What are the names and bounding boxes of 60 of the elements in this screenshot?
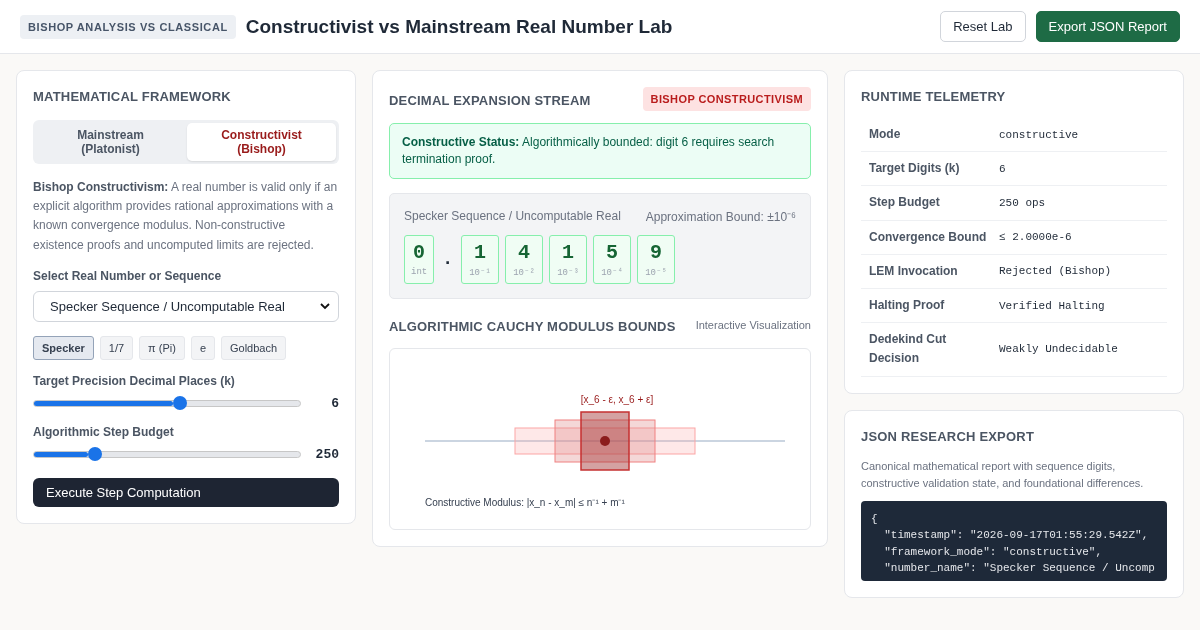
card-title: RUNTIME TELEMETRY	[861, 89, 1007, 104]
framework-description: Bishop Constructivism: A real number is valid only if an explicit algorithm provides rational approximations with a known convergence modulus. Non-constructive existence proofs and uncomputed limits are rejected.	[33, 179, 339, 254]
preset-chip[interactable]: Goldbach	[221, 335, 287, 360]
section-title: ALGORITHMIC CAUCHY MODULUS BOUNDS	[389, 318, 676, 334]
telemetry-value: 6	[999, 162, 1007, 175]
interval-label: [x_6 - ε, x_6 + ε]	[580, 393, 654, 405]
telemetry-value: ≤ 2.0000e-6	[999, 231, 1073, 244]
telemetry-label: Step Budget	[869, 194, 941, 212]
framework-tab[interactable]: Mainstream (Platonist)	[36, 123, 185, 161]
digit-tile: 9 10⁻⁵	[637, 234, 675, 284]
modulus-caption: Constructive Modulus: |x_n - x_m| ≤ n⁻¹ + m⁻¹	[425, 495, 626, 509]
slider-reading: 250	[314, 446, 339, 462]
export-button[interactable]: Export JSON Report	[1035, 11, 1180, 42]
telemetry-label: LEM Invocation	[869, 262, 959, 280]
preset-chip[interactable]: Specker	[33, 335, 94, 360]
chevron-down-icon	[320, 302, 330, 310]
digit-tile: 0 int	[404, 234, 435, 284]
status-message: Constructive Status: Algorithmically bounded: digit 6 requires search termination proof.	[389, 123, 811, 179]
slider-thumb[interactable]	[88, 446, 103, 461]
telemetry-value: Verified Halting	[999, 299, 1106, 312]
telemetry-value: 250 ops	[999, 196, 1047, 209]
slider-thumb[interactable]	[173, 395, 188, 410]
decimal-point: .	[442, 249, 453, 270]
execute-button[interactable]: Execute Step Computation	[33, 477, 339, 507]
number-select[interactable]: Specker Sequence / Uncomputable Real	[33, 290, 339, 322]
telemetry-label: Mode	[869, 126, 902, 143]
digit-tile: 1 10⁻¹	[461, 234, 499, 284]
digit-tile: 4 10⁻²	[505, 234, 543, 284]
card-title: DECIMAL EXPANSION STREAM	[389, 92, 591, 108]
framework-tab[interactable]: Constructivist (Bishop)	[187, 123, 336, 161]
approximation-bound: Approximation Bound: ±10⁻⁶	[645, 208, 796, 225]
slider-track[interactable]	[33, 399, 301, 407]
preset-chip[interactable]: π (Pi)	[139, 335, 185, 360]
reset-button[interactable]: Reset Lab	[940, 11, 1026, 42]
slider-fill	[34, 451, 89, 457]
json-code-block: { "timestamp": "2026-09-17T01:55:29.542Z", "framework_mode": "constructive", "number_name": "Specker Sequence / Uncomp	[861, 500, 1167, 581]
card-title: JSON RESEARCH EXPORT	[861, 428, 1036, 444]
card-title: MATHEMATICAL FRAMEWORK	[33, 89, 232, 104]
header-badge: BISHOP ANALYSIS VS CLASSICAL	[20, 14, 236, 39]
telemetry-value: Weakly Undecidable	[999, 343, 1119, 356]
telemetry-value: constructive	[999, 128, 1080, 141]
preset-chip[interactable]: e	[190, 335, 215, 360]
telemetry-label: Target Digits (k)	[869, 160, 961, 178]
slider-label: Algorithmic Step Budget	[33, 424, 175, 439]
telemetry-label: Halting Proof	[869, 296, 946, 314]
slider-track[interactable]	[33, 450, 301, 458]
mode-badge: BISHOP CONSTRUCTIVISM	[642, 87, 811, 111]
select-label: Select Real Number or Sequence	[33, 268, 223, 283]
preset-chip[interactable]: 1/7	[99, 335, 134, 360]
telemetry-label: Convergence Bound	[869, 228, 988, 246]
section-subtitle: Interactive Visualization	[695, 319, 811, 332]
export-description: Canonical mathematical report with sequence digits, constructive validation state, and foundational differences.	[861, 458, 1145, 492]
telemetry-value: Rejected (Bishop)	[999, 265, 1113, 278]
slider-label: Target Precision Decimal Places (k)	[33, 373, 236, 388]
slider-reading: 6	[330, 395, 339, 411]
telemetry-label: Dedekind Cut Decision	[869, 331, 948, 368]
page-title: Constructivist vs Mainstream Real Number Lab	[245, 15, 674, 38]
digit-tile: 1 10⁻³	[549, 234, 587, 284]
sequence-name: Specker Sequence / Uncomputable Real	[404, 209, 621, 224]
digit-tile: 5 10⁻⁴	[593, 234, 631, 284]
